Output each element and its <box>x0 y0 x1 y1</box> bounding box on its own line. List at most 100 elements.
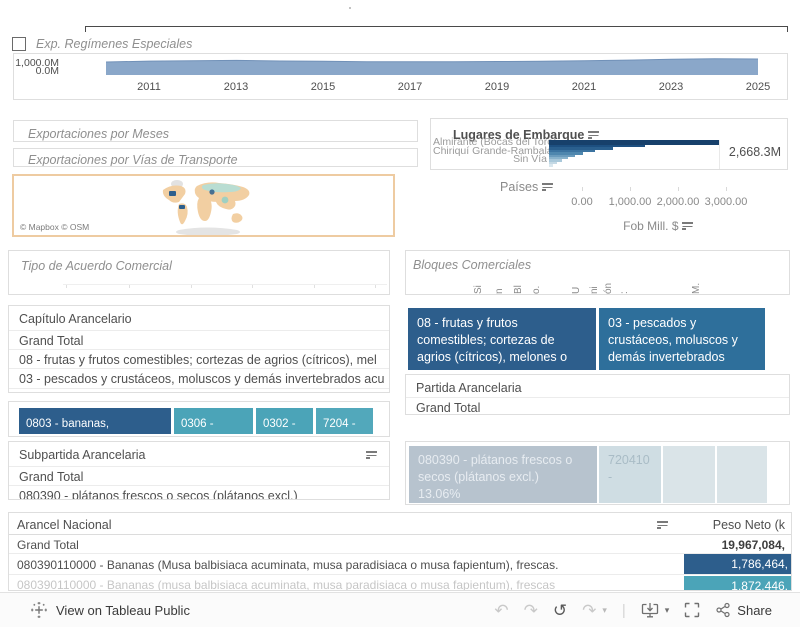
treemap-box-blank-1[interactable] <box>663 446 715 503</box>
download-icon[interactable] <box>641 602 659 619</box>
map-attribution: © Mapbox © OSM <box>16 221 94 233</box>
table-header: Partida Arancelaria <box>416 381 522 395</box>
redo-icon[interactable]: ↷ <box>524 602 538 619</box>
paises-axis-ticks: 0.00 1,000.00 2,000.00 3,000.00 <box>540 187 790 213</box>
sort-icon[interactable] <box>366 451 377 460</box>
undo-icon[interactable]: ↶ <box>494 602 508 619</box>
bloques-tick-label: ni <box>589 286 600 294</box>
table-row[interactable]: 080390110000 - Bananas (Musa balbisiaca … <box>17 558 667 572</box>
world-map[interactable] <box>159 178 259 237</box>
lugares-row-labels: Almirante (Bocas del Toro) Chiriquí Gran… <box>433 136 557 165</box>
axis-tick <box>726 187 727 191</box>
table-row[interactable]: Grand Total <box>416 401 785 414</box>
grand-total-value: 19,967,084, <box>721 538 785 552</box>
year-tick-label: 2023 <box>658 81 684 93</box>
year-tick-label: 2011 <box>137 81 161 93</box>
table-header: Arancel Nacional <box>17 518 112 532</box>
share-nodes-icon <box>716 602 730 618</box>
sort-icon[interactable] <box>657 521 668 530</box>
treemap-box-720410[interactable]: 720410 - <box>599 446 661 503</box>
collapsed-title-dot <box>349 7 351 9</box>
fob-axis-label: Fob Mill. $ <box>598 219 718 233</box>
sort-icon[interactable] <box>587 131 599 140</box>
value-column-header: Peso Neto (k <box>712 518 785 532</box>
table-row[interactable]: 080390 - plátanos frescos o secos (pláta… <box>19 489 385 499</box>
time-range-bracket <box>85 26 788 32</box>
download-caret-icon[interactable]: ▾ <box>665 605 670 616</box>
highlighted-value-cell[interactable]: 1,786,464, <box>684 554 791 574</box>
table-header: Subpartida Arancelaria <box>19 448 146 462</box>
subpartida-arancelaria-table: Subpartida Arancelaria Grand Total 08039… <box>8 441 390 500</box>
axis-tick-label: 0.00 <box>571 196 593 208</box>
treemap-box-0803[interactable]: 0803 - bananas, <box>19 408 171 434</box>
x-axis-year-labels: 2011 2013 2015 2017 2019 2021 2023 2025 <box>106 81 787 95</box>
treemap-box-0302[interactable]: 0302 - <box>256 408 313 434</box>
table-row[interactable]: Grand Total <box>17 538 667 552</box>
tableau-logo-icon <box>31 602 47 618</box>
exp-regimenes-checkbox[interactable]: Exp. Regímenes Especiales <box>12 37 192 51</box>
treemap-box-blank-2[interactable] <box>717 446 767 503</box>
replay-icon[interactable]: ↺ <box>553 602 567 619</box>
treemap-box-080390[interactable]: 080390 - plátanos frescos o secos (pláta… <box>409 446 597 503</box>
sheet-exportaciones-por-meses[interactable]: Exportaciones por Meses <box>13 120 418 142</box>
bloques-tick-label: Bl <box>513 285 524 294</box>
sheet-title: Exportaciones por Vías de Transporte <box>28 153 238 167</box>
bloques-tick-label: o. <box>531 285 542 294</box>
area-chart[interactable] <box>106 55 788 76</box>
view-on-tableau-public-link[interactable]: View on Tableau Public <box>56 603 190 618</box>
partida-band-treemap: 0803 - bananas, 0306 - 0302 - 7204 - <box>8 401 390 437</box>
treemap-box-08-frutas[interactable]: 08 - frutas y frutos comestibles; cortez… <box>408 308 596 370</box>
y-tick-bottom: 0.0M <box>35 65 59 77</box>
year-tick-label: 2017 <box>397 81 423 93</box>
arancel-nacional-table: Arancel Nacional Peso Neto (k Grand Tota… <box>8 512 792 591</box>
forward-caret-icon[interactable]: ▾ <box>602 605 607 616</box>
fullscreen-icon[interactable] <box>684 602 700 618</box>
tipo-acuerdo-panel: Tipo de Acuerdo Comercial <box>8 250 390 295</box>
treemap-box-03-pescados[interactable]: 03 - pescados y crustáceos, moluscos y d… <box>599 308 765 370</box>
axis-tick-label: 3,000.00 <box>704 196 748 208</box>
bloques-tick-label: n <box>494 288 505 294</box>
table-row[interactable]: Grand Total <box>19 470 385 484</box>
capitulo-arancelario-table: Capítulo Arancelario Grand Total 08 - fr… <box>8 305 390 393</box>
sheet-title: Exportaciones por Meses <box>28 127 170 141</box>
world-map-panel[interactable]: © Mapbox © OSM <box>12 174 395 237</box>
lugares-de-embarque-panel: Lugares de Embarque Almirante (Bocas del… <box>430 118 788 170</box>
axis-tick <box>582 187 583 191</box>
bloques-comerciales-panel: Bloques Comerciales Si n Bl o. Uni ón: M. <box>405 250 790 295</box>
timeline-panel[interactable]: FO.. 1,000.0M 0.0M 201120132015201720192… <box>13 53 788 100</box>
share-button[interactable]: Share <box>715 602 772 618</box>
table-row[interactable]: 080390110000 - Bananas (musa balbisiaca … <box>17 578 667 590</box>
sheet-exportaciones-por-vias[interactable]: Exportaciones por Vías de Transporte <box>13 148 418 167</box>
checkbox-label: Exp. Regímenes Especiales <box>36 37 193 51</box>
treemap-box-7204[interactable]: 7204 - <box>316 408 373 434</box>
partida-arancelaria-table: Partida Arancelaria Grand Total <box>405 374 790 415</box>
axis-tick-label: 1,000.00 <box>608 196 652 208</box>
lugares-max-value: 2,668.3M <box>728 145 781 159</box>
tableau-toolbar: View on Tableau Public ↶ ↷ ↺ ↷ ▾ | ▾ Sha… <box>0 592 800 627</box>
axis-tick-label: 2,000.00 <box>656 196 700 208</box>
treemap-box-0306[interactable]: 0306 - <box>174 408 253 434</box>
bloques-tick-label: Si <box>473 285 484 294</box>
sort-icon[interactable] <box>681 222 693 231</box>
table-row[interactable]: Grand Total <box>19 334 385 348</box>
table-header: Capítulo Arancelario <box>19 312 132 326</box>
bloques-tick-label: M. <box>691 282 702 294</box>
bloques-tick-label: ón <box>603 282 614 294</box>
bloques-tick-label: : <box>619 291 630 294</box>
axis-tick <box>630 187 631 191</box>
highlighted-value-cell[interactable]: 1,872,446, <box>684 576 791 590</box>
table-row[interactable]: 08 - frutas y frutos comestibles; cortez… <box>19 353 385 367</box>
subpartida-treemap-panel: 080390 - plátanos frescos o secos (pláta… <box>405 441 790 505</box>
forward-icon[interactable]: ↷ <box>582 602 596 619</box>
year-tick-label: 2013 <box>223 81 249 93</box>
bloques-tick-label: U <box>571 286 582 294</box>
checkbox-unchecked-icon[interactable] <box>12 37 26 51</box>
toolbar-separator: | <box>621 601 626 619</box>
axis-tick <box>678 187 679 191</box>
gridline <box>719 140 720 169</box>
year-tick-label: 2015 <box>310 81 336 93</box>
table-row[interactable]: 03 - pescados y crustáceos, moluscos y d… <box>19 372 385 386</box>
lugares-bar[interactable] <box>549 164 553 167</box>
year-tick-label: 2019 <box>484 81 510 93</box>
tipo-acuerdo-title: Tipo de Acuerdo Comercial <box>21 259 172 273</box>
